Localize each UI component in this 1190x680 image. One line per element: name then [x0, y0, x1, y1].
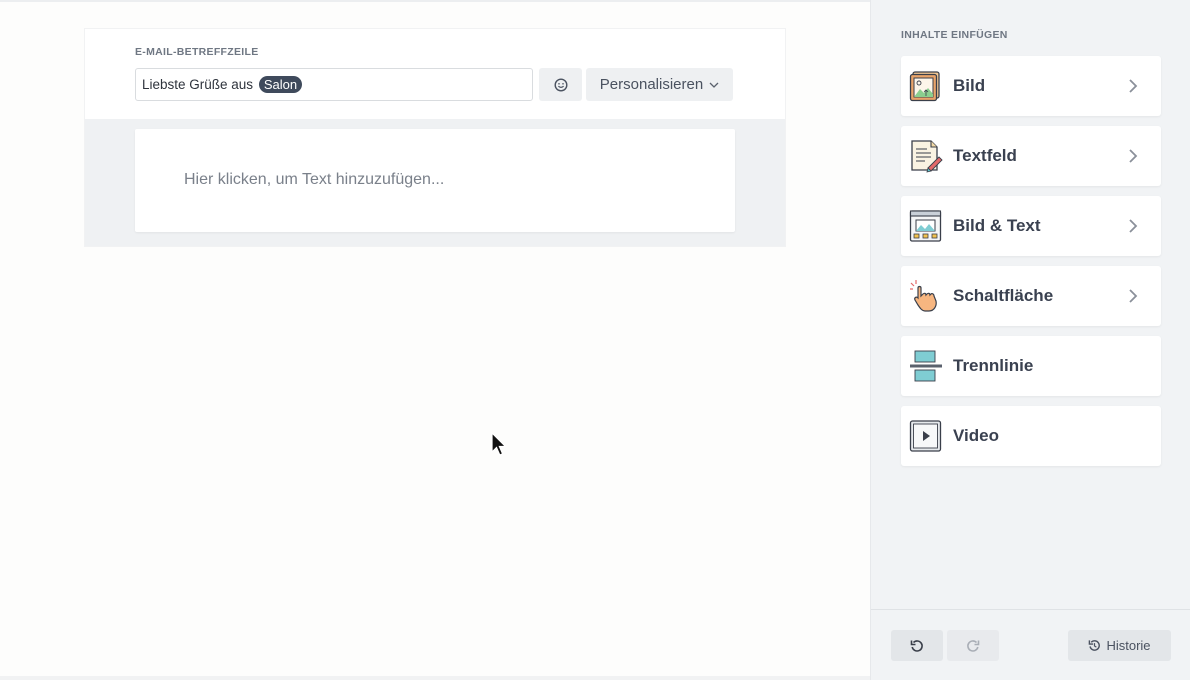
subject-text: Liebste Grüße aus — [142, 77, 257, 92]
email-editor-canvas: E-MAIL-BETREFFZEILE Liebste Grüße aus Sa… — [0, 0, 870, 680]
bottom-divider — [0, 676, 870, 680]
pointer-hand-icon — [910, 280, 937, 312]
insert-video-item[interactable]: Video — [901, 406, 1161, 466]
subject-label: E-MAIL-BETREFFZEILE — [135, 46, 259, 58]
history-button[interactable]: Historie — [1068, 630, 1171, 661]
chevron-right-icon — [1129, 79, 1138, 93]
sidebar-title: INHALTE EINFÜGEN — [901, 29, 1008, 41]
undo-button[interactable] — [891, 630, 943, 661]
image-text-icon — [909, 210, 942, 242]
chevron-right-icon — [1129, 289, 1138, 303]
insert-video-label: Video — [953, 426, 999, 445]
insert-textfield-item[interactable]: Textfeld — [901, 126, 1161, 186]
personalize-dropdown[interactable]: Personalisieren — [586, 68, 733, 101]
insert-image-item[interactable]: Bild — [901, 56, 1161, 116]
sidebar-footer: Historie — [871, 609, 1190, 680]
insert-divider-label: Trennlinie — [953, 356, 1034, 375]
subject-input[interactable]: Liebste Grüße aus Salon — [135, 68, 533, 101]
insert-button-label: Schaltfläche — [953, 286, 1054, 305]
insert-image-text-item[interactable]: Bild & Text — [901, 196, 1161, 256]
mouse-cursor-icon — [491, 432, 507, 456]
history-icon — [1089, 640, 1101, 651]
subject-tag-salon[interactable]: Salon — [258, 76, 303, 93]
content-sidebar: INHALTE EINFÜGEN Bild Textfeld Bild & Te… — [870, 0, 1190, 680]
history-label: Historie — [1106, 638, 1151, 653]
redo-button[interactable] — [947, 630, 999, 661]
undo-icon — [910, 639, 923, 652]
smiley-icon — [553, 77, 568, 92]
insert-image-text-label: Bild & Text — [953, 216, 1041, 235]
subject-section: E-MAIL-BETREFFZEILE Liebste Grüße aus Sa… — [85, 29, 785, 119]
text-placeholder: Hier klicken, um Text hinzuzufügen... — [184, 171, 445, 188]
email-body-area: Hier klicken, um Text hinzuzufügen... — [85, 119, 785, 246]
insert-divider-item[interactable]: Trennlinie — [901, 336, 1161, 396]
insert-textfield-label: Textfeld — [953, 146, 1017, 165]
text-block[interactable]: Hier klicken, um Text hinzuzufügen... — [135, 129, 735, 232]
insert-button-item[interactable]: Schaltfläche — [901, 266, 1161, 326]
divider-icon — [910, 350, 942, 382]
text-document-icon — [911, 140, 943, 173]
personalize-label: Personalisieren — [599, 76, 704, 93]
chevron-down-icon — [709, 82, 719, 88]
top-divider — [0, 0, 870, 2]
chevron-right-icon — [1129, 219, 1138, 233]
email-editor: E-MAIL-BETREFFZEILE Liebste Grüße aus Sa… — [85, 29, 785, 246]
chevron-right-icon — [1129, 149, 1138, 163]
image-icon — [909, 71, 940, 102]
video-play-icon — [909, 420, 942, 452]
redo-icon — [967, 639, 980, 652]
insert-image-label: Bild — [953, 76, 986, 95]
emoji-button[interactable] — [539, 68, 582, 101]
